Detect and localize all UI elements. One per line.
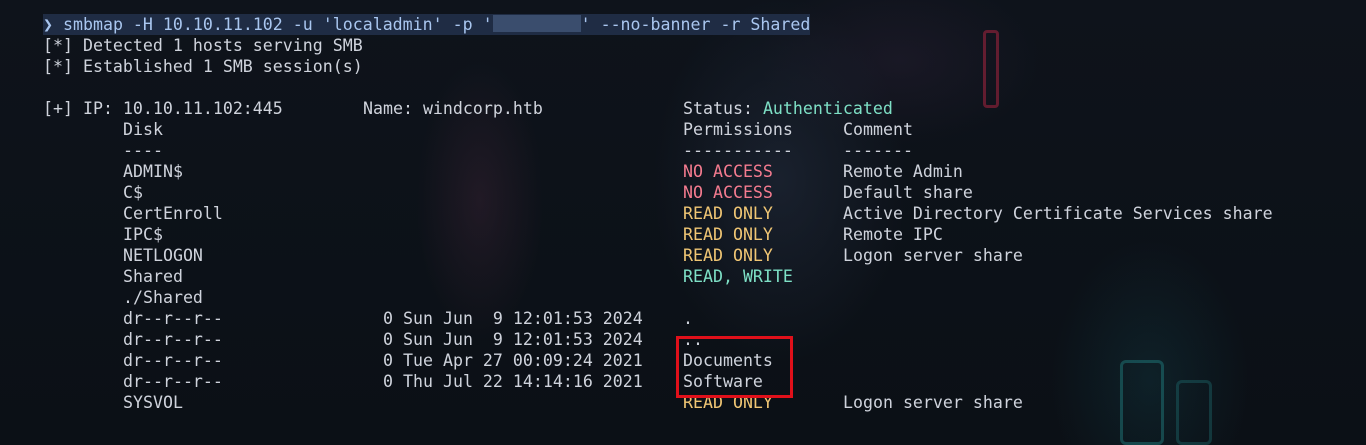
share-name: CertEnroll	[123, 204, 223, 223]
listing-size: 0	[383, 351, 393, 370]
share-comment: Remote Admin	[843, 162, 963, 181]
share-permission: READ, WRITE	[683, 267, 793, 286]
listing-mode: dr--r--r--	[123, 351, 223, 370]
status-text: Status: Authenticated	[683, 98, 893, 119]
prompt-arrow-icon: ❯	[43, 15, 53, 34]
listing-date: Sun Jun 9 12:01:53 2024	[403, 309, 643, 328]
listing-size: 0	[383, 309, 393, 328]
share-permission: NO ACCESS	[683, 162, 773, 181]
share-name: ADMIN$	[123, 162, 183, 181]
output-line: [*] Detected 1 hosts serving SMB	[43, 35, 363, 56]
session-established-text: [*] Established 1 SMB session(s)	[43, 57, 363, 76]
share-row: SYSVOL READ ONLY Logon server share	[43, 392, 1023, 413]
listing-mode: dr--r--r--	[123, 330, 223, 349]
wallpaper-teal-neon-shape-2	[1176, 380, 1212, 445]
share-permission: READ ONLY	[683, 204, 773, 223]
wallpaper-red-neon-shape	[983, 30, 999, 108]
share-row: CertEnroll READ ONLY Active Directory Ce…	[43, 203, 1273, 224]
listing-path: ./Shared	[123, 288, 203, 307]
share-permission: NO ACCESS	[683, 183, 773, 202]
command-part-1: smbmap -H 10.10.11.102 -u 'localadmin' -…	[63, 15, 493, 34]
highlight-box-annotation	[676, 336, 793, 398]
share-row: IPC$ READ ONLY Remote IPC	[43, 224, 943, 245]
detected-hosts-text: [*] Detected 1 hosts serving SMB	[43, 36, 363, 55]
listing-name: .	[683, 309, 693, 328]
share-comment: Logon server share	[843, 246, 1023, 265]
table-header: Disk Permissions Comment	[43, 119, 913, 140]
share-row: Shared READ, WRITE	[43, 266, 793, 287]
share-comment: Remote IPC	[843, 225, 943, 244]
listing-mode: dr--r--r--	[123, 309, 223, 328]
disk-rule: ----	[123, 141, 163, 160]
command-part-2: ' --no-banner -r Shared	[580, 15, 811, 34]
listing-mode: dr--r--r--	[123, 372, 223, 391]
share-name: SYSVOL	[123, 393, 183, 412]
share-row: C$ NO ACCESS Default share	[43, 182, 973, 203]
share-row: NETLOGON READ ONLY Logon server share	[43, 245, 1023, 266]
share-permission: READ ONLY	[683, 225, 773, 244]
command-text[interactable]: ❯ smbmap -H 10.10.11.102 -u 'localadmin'…	[43, 14, 811, 35]
share-comment: Active Directory Certificate Services sh…	[843, 204, 1273, 223]
comment-column-header: Comment	[843, 120, 913, 139]
host-info-line: [+] IP: 10.10.11.102:445 Name: windcorp.…	[43, 98, 893, 119]
status-value: Authenticated	[762, 99, 893, 118]
redacted-password	[492, 15, 581, 32]
listing-date: Tue Apr 27 00:09:24 2021	[403, 351, 643, 370]
share-name: NETLOGON	[123, 246, 203, 265]
ip-address-text: [+] IP: 10.10.11.102:445	[43, 99, 283, 118]
listing-row: dr--r--r-- 0 Sun Jun 9 12:01:53 2024 ..	[43, 329, 703, 350]
listing-path-line: ./Shared	[43, 287, 203, 308]
wallpaper-teal-neon-shape	[1120, 360, 1164, 445]
command-line[interactable]: ❯ smbmap -H 10.10.11.102 -u 'localadmin'…	[43, 14, 811, 35]
status-label: Status:	[683, 99, 763, 118]
output-line: [*] Established 1 SMB session(s)	[43, 56, 363, 77]
host-name-text: Name: windcorp.htb	[363, 99, 543, 118]
listing-date: Thu Jul 22 14:14:16 2021	[403, 372, 643, 391]
share-name: C$	[123, 183, 143, 202]
table-header-rule: ---- ----------- -------	[43, 140, 913, 161]
listing-size: 0	[383, 372, 393, 391]
share-name: Shared	[123, 267, 183, 286]
listing-date: Sun Jun 9 12:01:53 2024	[403, 330, 643, 349]
share-comment: Logon server share	[843, 393, 1023, 412]
listing-row: dr--r--r-- 0 Sun Jun 9 12:01:53 2024 .	[43, 308, 693, 329]
comment-rule: -------	[843, 141, 913, 160]
permissions-rule: -----------	[683, 141, 793, 160]
disk-column-header: Disk	[123, 120, 163, 139]
terminal-output[interactable]: ❯ smbmap -H 10.10.11.102 -u 'localadmin'…	[43, 14, 1273, 413]
share-comment: Default share	[843, 183, 973, 202]
share-name: IPC$	[123, 225, 163, 244]
share-permission: READ ONLY	[683, 246, 773, 265]
listing-row: dr--r--r-- 0 Tue Apr 27 00:09:24 2021 Do…	[43, 350, 773, 371]
listing-row: dr--r--r-- 0 Thu Jul 22 14:14:16 2021 So…	[43, 371, 763, 392]
share-row: ADMIN$ NO ACCESS Remote Admin	[43, 161, 963, 182]
listing-size: 0	[383, 330, 393, 349]
permissions-column-header: Permissions	[683, 120, 793, 139]
